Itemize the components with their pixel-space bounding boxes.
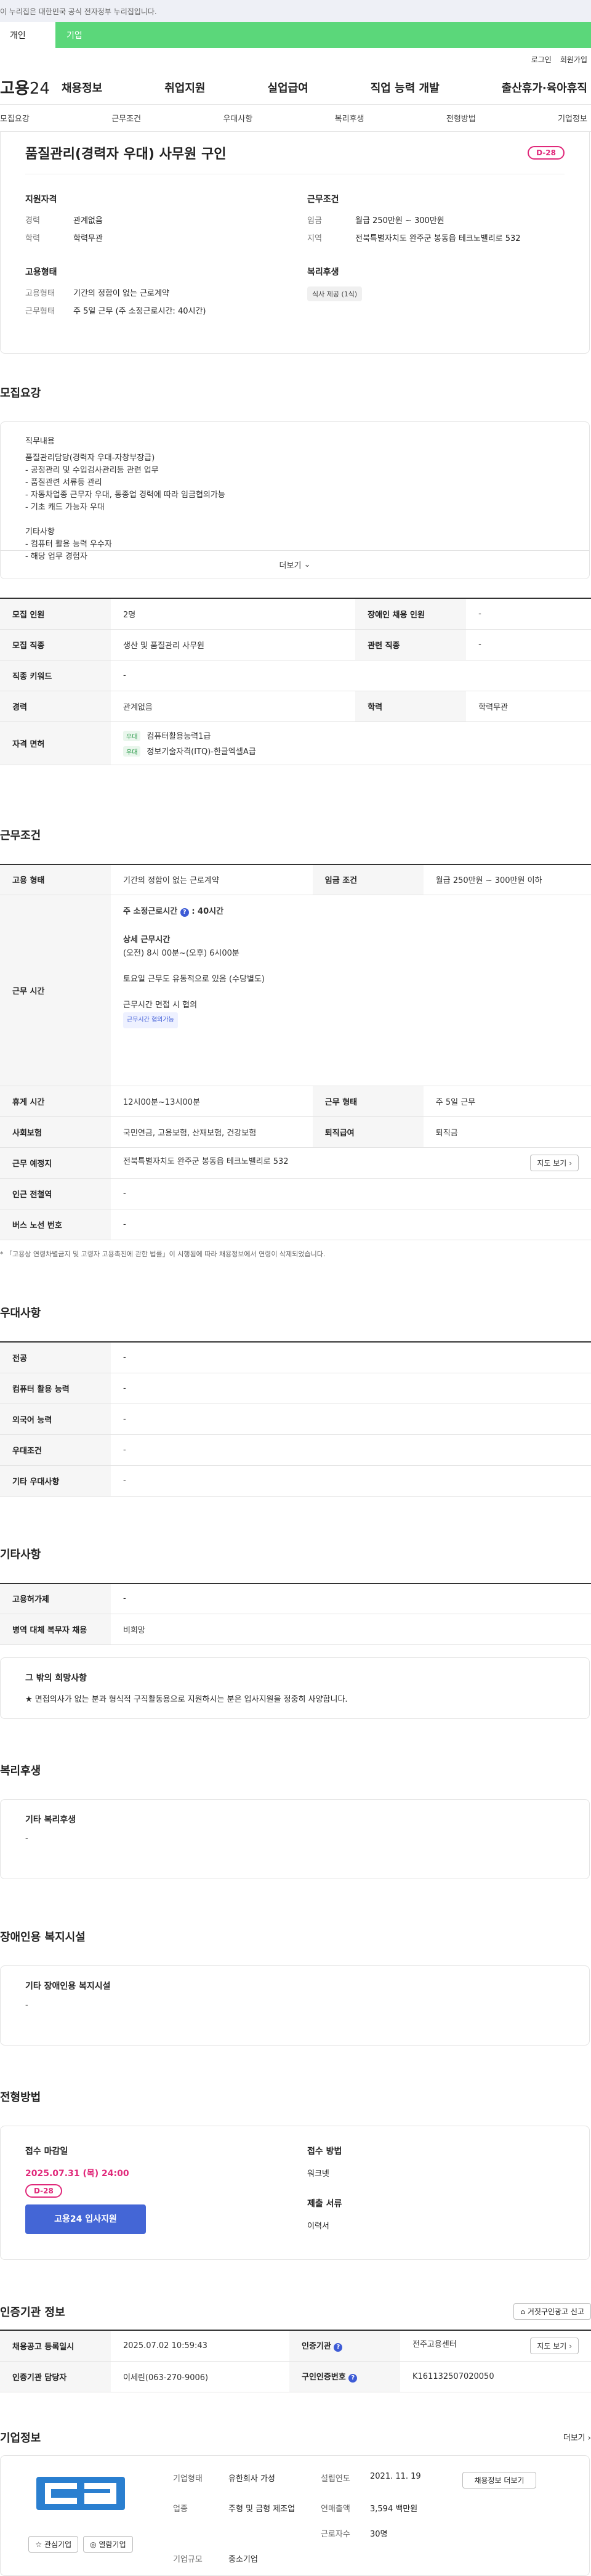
section-title-benefit: 복리후생 <box>0 1765 41 1778</box>
qual-block: 지원자격 경력 관계없음 학력 학력무관 <box>25 195 103 243</box>
pref-tag: 우대 <box>123 731 141 741</box>
table-row: 모집 직종 생산 및 품질관리 사무원 관련 직종 - <box>0 629 591 660</box>
table-row: 기타 우대사항 - <box>0 1465 591 1497</box>
pref-tag: 우대 <box>123 746 141 757</box>
apply-button[interactable]: 고용24 입사지원 <box>25 2204 146 2234</box>
section-title-cert: 인증기관 정보 <box>0 2306 65 2319</box>
job-summary-card: 품질관리(경력자 우대) 사무원 구인 D-28 지원자격 경력 관계없음 학력 학… <box>0 132 590 354</box>
more-button[interactable]: 더보기 ⌄ <box>1 550 589 579</box>
follow-company-button[interactable]: ◎ 열람기업 <box>83 2535 133 2553</box>
nav-item-employment-support[interactable]: 취업지원 <box>164 79 205 95</box>
chevron-right-icon: › <box>569 1159 572 1168</box>
chevron-down-icon: ⌄ <box>304 560 311 569</box>
home-icon: ⌂ <box>520 2307 526 2316</box>
main-nav: 고용24 채용정보 취업지원 실업급여 직업 능력 개발 출산휴가·육아휴직 <box>0 70 591 105</box>
age-note: * 「고용상 연령차별금지 및 고령자 고용촉진에 관한 법률」이 시행됨에 따… <box>0 1250 326 1258</box>
company-jobs-button[interactable]: 채용정보 더보기 <box>462 2471 536 2489</box>
welfare-block: 복리후생 식사 제공 (1식) <box>307 266 565 322</box>
etc-table: 고용허가제 - 병역 대체 복무자 채용 비희망 <box>0 1582 591 1645</box>
table-row: 자격 면허 우대 컴퓨터활용능력1급 우대 정보기술자격(ITQ)-한글엑셀A급 <box>0 721 591 765</box>
favorite-company-button[interactable]: ☆ 관심기업 <box>28 2535 79 2553</box>
tab-recruit[interactable]: 모집요강 <box>0 112 30 124</box>
table-row: 사회보험 국민연금, 고용보험, 산재보험, 건강보험 퇴직급여 퇴직금 <box>0 1116 591 1148</box>
tab-conditions[interactable]: 근무조건 <box>111 112 141 124</box>
report-button[interactable]: ⌂ 거짓구인광고 신고 <box>513 2303 591 2320</box>
tab-selection[interactable]: 전형방법 <box>446 112 476 124</box>
nav-item-unemployment[interactable]: 실업급여 <box>268 79 308 95</box>
table-row: 인증기관 담당자 이세린(063-270-9006) 구인인증번호 ? K161132… <box>0 2361 591 2392</box>
company-box: ☆ 관심기업 ◎ 열람기업 기업형태 유한회사 가성 설립연도 2021. 11. … <box>0 2455 590 2576</box>
emp-block: 고용형태 고용형태 기간의 정함이 없는 근로계약 근무형태 주 5일 근무 (주 … <box>25 267 206 316</box>
company-more-link[interactable]: 더보기 › <box>563 2431 591 2443</box>
company-logo <box>36 2476 125 2510</box>
site-logo[interactable]: 고용24 <box>0 76 62 99</box>
role-personal-tab[interactable]: 개인 <box>0 22 55 48</box>
chevron-right-icon: › <box>569 2341 572 2350</box>
benefit-box: 기타 복리후생 - <box>0 1799 590 1879</box>
eye-icon: ◎ <box>90 2540 97 2549</box>
section-title-work: 근무조건 <box>0 829 41 842</box>
role-switch: 개인 기업 <box>0 22 591 48</box>
work-table: 고용 형태 기간의 정함이 없는 근로계약 임금 조건 월급 250만원 ~ 300만… <box>0 863 591 1240</box>
section-title-recruit: 모집요강 <box>0 387 41 400</box>
info-icon[interactable]: ? <box>334 2343 343 2352</box>
info-icon[interactable]: ? <box>180 908 189 917</box>
table-row: 모집 인원 2명 장애인 채용 인원 - <box>0 598 591 630</box>
section-title-etc: 기타사항 <box>0 1548 41 1561</box>
table-row: 직종 키워드 - <box>0 660 591 691</box>
table-row: 경력 관계없음 학력 학력무관 <box>0 691 591 722</box>
util-links: 로그인 회원가입 <box>0 48 591 70</box>
tab-preference[interactable]: 우대사항 <box>223 112 252 124</box>
cond-block: 근무조건 임금 월급 250만원 ~ 300만원 지역 전북특별자치도 완주군 봉동… <box>307 195 521 243</box>
gov-banner: 이 누리집은 대한민국 공식 전자정부 누리집입니다. <box>0 0 591 22</box>
table-row: 고용 형태 기간의 정함이 없는 근로계약 임금 조건 월급 250만원 ~ 300만… <box>0 864 591 895</box>
tab-company[interactable]: 기업정보 <box>558 112 587 124</box>
nav-item-training[interactable]: 직업 능력 개발 <box>371 79 440 95</box>
cert-table: 채용공고 등록일시 2025.07.02 10:59:43 인증기관 ? 전주고용센터… <box>0 2330 591 2392</box>
info-icon[interactable]: ? <box>348 2374 358 2383</box>
table-row: 전공 - <box>0 1342 591 1373</box>
disab-box: 기타 장애인용 복지시설 - <box>0 1965 590 2046</box>
negotiable-badge: 근무시간 협의가능 <box>123 1012 178 1028</box>
table-row: 컴퓨터 활용 능력 - <box>0 1373 591 1404</box>
table-row: 휴게 시간 12시00분~13시00분 근무 형태 주 5일 근무 <box>0 1086 591 1117</box>
section-title-pref: 우대사항 <box>0 1307 41 1320</box>
section-title-apply: 전형방법 <box>0 2091 41 2104</box>
table-row: 채용공고 등록일시 2025.07.02 10:59:43 인증기관 ? 전주고용센터… <box>0 2330 591 2362</box>
map-button[interactable]: 지도 보기 › <box>530 1155 579 1171</box>
deadline-date: 2025.07.31 (목) 24:00 <box>25 2169 129 2179</box>
welfare-chip: 식사 제공 (1식) <box>307 286 363 301</box>
pref-table: 전공 - 컴퓨터 활용 능력 - 외국어 능력 - 우대조건 - 기타 우대사항 - <box>0 1341 591 1497</box>
login-link[interactable]: 로그인 <box>531 54 552 65</box>
section-title-company: 기업정보 <box>0 2431 41 2445</box>
nav-item-parental-leave[interactable]: 출산휴가·육아휴직 <box>502 79 587 95</box>
signup-link[interactable]: 회원가입 <box>560 54 587 65</box>
table-row: 외국어 능력 - <box>0 1404 591 1435</box>
table-row: 인근 전철역 - <box>0 1178 591 1209</box>
apply-box: 접수 마감일 2025.07.31 (목) 24:00 D-28 고용24 입사… <box>0 2126 590 2260</box>
map-button[interactable]: 지도 보기 › <box>530 2337 579 2354</box>
star-icon: ☆ <box>35 2540 42 2549</box>
table-row: 병역 대체 복무자 채용 비희망 <box>0 1614 591 1645</box>
table-row: 근무 예정지 전북특별자치도 완주군 봉동읍 테크노밸리로 532 지도 보기 › <box>0 1147 591 1179</box>
job-detail-box: 직무내용 품질관리담당(경력자 우대-자창부장급) - 공정관리 및 수입검사관… <box>0 421 590 579</box>
table-row: 근무 시간 주 소정근로시간 ? : 40시간 상세 근무시간 (오전) 8시 … <box>0 895 591 1086</box>
recruit-table: 모집 인원 2명 장애인 채용 인원 - 모집 직종 생산 및 품질관리 사무원 관련 직… <box>0 598 591 765</box>
dday-badge: D-28 <box>25 2184 62 2198</box>
table-row: 버스 노선 번호 - <box>0 1209 591 1240</box>
dday-badge: D-28 <box>528 146 565 160</box>
nav-item-jobs[interactable]: 채용정보 <box>62 79 102 95</box>
etc-box: 그 밖의 희망사항 ★ 면접의사가 없는 분과 형식적 구직활동용으로 지원하시… <box>0 1657 590 1719</box>
section-tabs: 모집요강 근무조건 우대사항 복리후생 전형방법 기업정보 <box>0 105 591 132</box>
table-row: 우대조건 - <box>0 1434 591 1466</box>
table-row: 고용허가제 - <box>0 1583 591 1614</box>
section-title-disab: 장애인용 복지시설 <box>0 1931 86 1944</box>
job-title: 품질관리(경력자 우대) 사무원 구인 <box>25 147 227 162</box>
role-company-tab[interactable]: 기업 <box>55 22 591 48</box>
tab-welfare[interactable]: 복리후생 <box>335 112 364 124</box>
